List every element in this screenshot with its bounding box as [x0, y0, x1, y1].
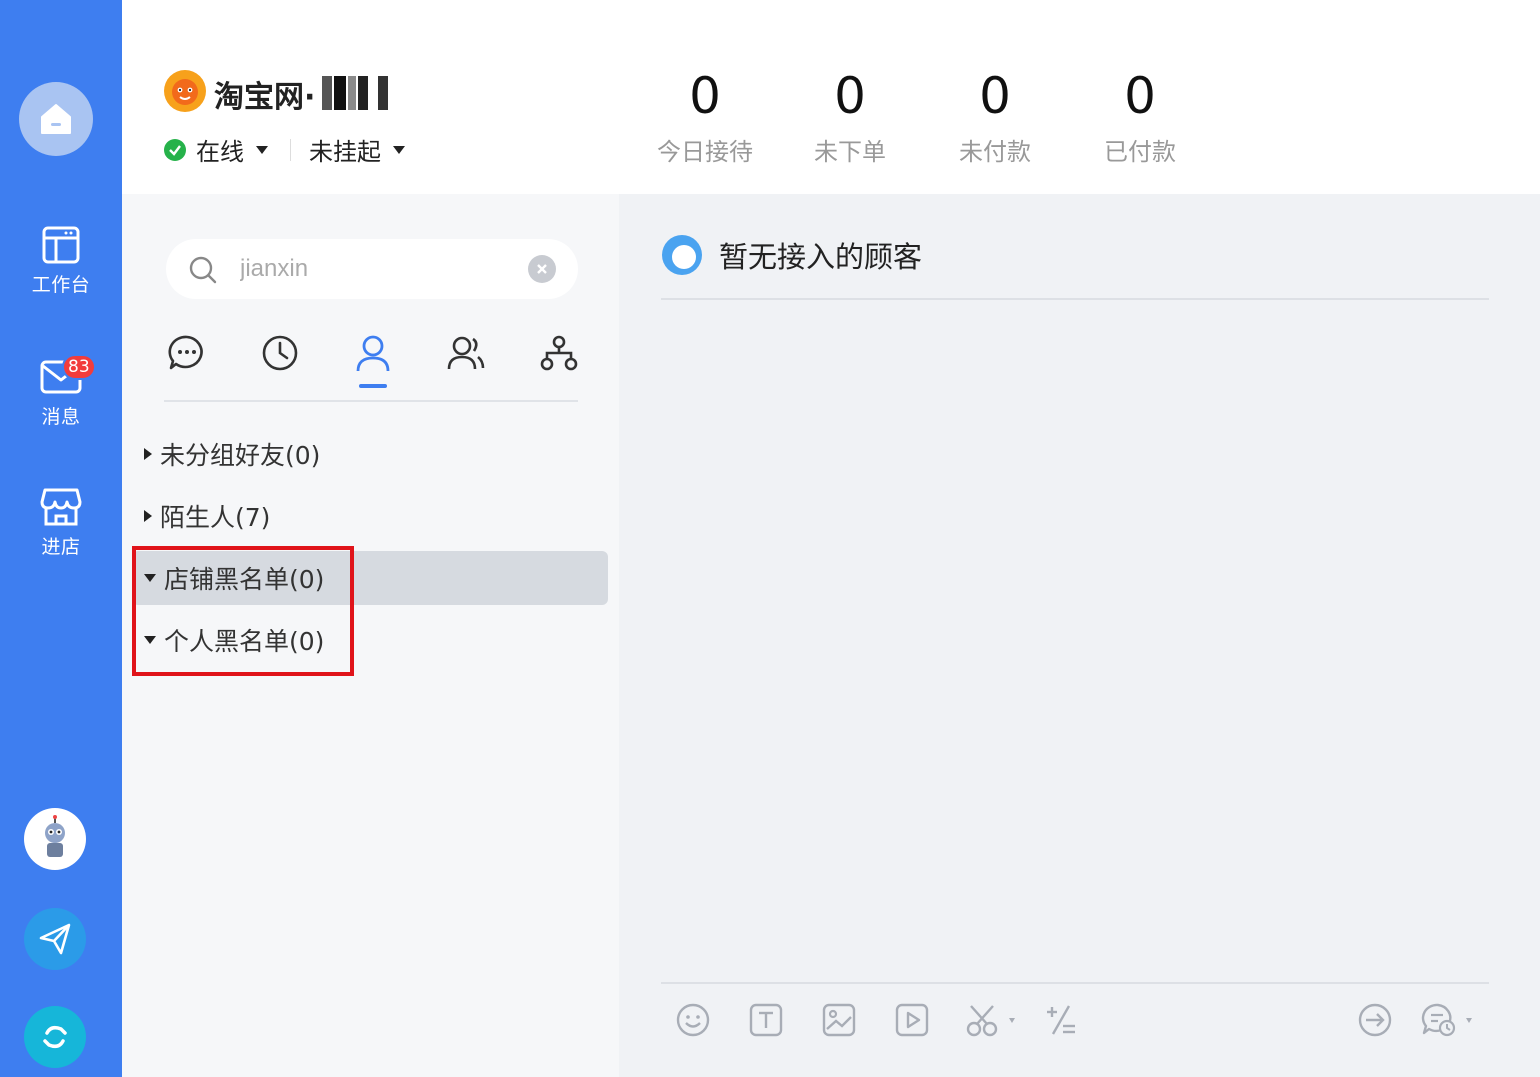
text-icon — [749, 1003, 783, 1037]
contact-tabs — [164, 324, 578, 402]
user-avatar[interactable] — [24, 808, 86, 870]
group-label: 陌生人(7) — [160, 503, 271, 532]
smile-icon — [676, 1003, 710, 1037]
group-ungrouped-friends[interactable]: 未分组好友(0) — [132, 427, 608, 481]
stat-today-received[interactable]: 0 今日接待 — [640, 64, 770, 167]
search-icon — [189, 256, 217, 284]
status-circle-icon — [662, 235, 702, 275]
transfer-arrow-icon — [1358, 1003, 1392, 1037]
contacts-panel: 未分组好友(0) 陌生人(7) 店铺黑名单(0) 个人黑名单(0) — [122, 194, 619, 1077]
rail-item-messages[interactable]: 83 消息 — [0, 354, 122, 429]
image-icon — [822, 1003, 856, 1037]
stat-value: 0 — [834, 67, 866, 125]
search-input[interactable] — [240, 251, 510, 287]
paper-plane-icon — [39, 923, 71, 955]
left-rail: 工作台 83 消息 进店 — [0, 0, 122, 1077]
header: 淘宝网· 在线 未挂起 0 今日接待 0 未下单 0 未付款 0 已付款 — [122, 0, 1540, 194]
stat-label: 今日接待 — [657, 138, 753, 166]
rail-label: 消息 — [41, 406, 81, 428]
input-toolbar — [661, 982, 1489, 1077]
clock-icon — [262, 335, 298, 371]
empty-customer-label: 暂无接入的顾客 — [719, 240, 923, 274]
store-icon — [40, 488, 82, 526]
robot-avatar-icon — [45, 815, 65, 857]
screenshot-button[interactable] — [965, 1000, 1021, 1040]
scissors-icon — [966, 1005, 1015, 1037]
taobao-mascot-icon — [172, 79, 198, 105]
collapse-arrow-icon — [144, 574, 156, 582]
emoji-button[interactable] — [673, 1000, 713, 1040]
chat-bubble-icon — [168, 335, 203, 370]
video-icon — [895, 1003, 929, 1037]
shop-name: 淘宝网· — [214, 80, 316, 115]
tab-friends[interactable] — [350, 330, 396, 388]
send-button[interactable] — [24, 908, 86, 970]
clear-search-button[interactable] — [528, 255, 556, 283]
home-button[interactable] — [19, 82, 93, 156]
image-button[interactable] — [819, 1000, 859, 1040]
stat-label: 未付款 — [959, 138, 1031, 166]
sync-button[interactable] — [24, 1006, 86, 1068]
caret-down-icon — [393, 145, 405, 154]
redacted-shop-name — [322, 76, 388, 110]
tab-chats[interactable] — [164, 330, 210, 376]
stat-value: 0 — [979, 67, 1011, 125]
sync-icon — [43, 1025, 67, 1049]
shop-logo — [164, 70, 206, 112]
plus-slash-icon — [1047, 1005, 1075, 1035]
collapse-arrow-icon — [144, 636, 156, 644]
stat-value: 0 — [689, 67, 721, 125]
rail-item-workbench[interactable]: 工作台 — [0, 224, 122, 297]
chat-history-icon — [1421, 1003, 1472, 1037]
org-chart-icon — [540, 335, 578, 371]
transfer-button[interactable] — [1355, 1000, 1395, 1040]
suspend-status-label: 未挂起 — [309, 138, 381, 166]
close-icon — [537, 264, 547, 274]
stat-label: 已付款 — [1104, 138, 1176, 166]
divider — [661, 298, 1489, 300]
chat-panel: 暂无接入的顾客 — [619, 194, 1540, 1077]
group-icon — [447, 336, 485, 370]
person-icon — [356, 335, 390, 372]
text-format-button[interactable] — [746, 1000, 786, 1040]
active-tab-indicator — [359, 384, 387, 388]
online-status-dropdown[interactable]: 在线 — [196, 132, 268, 167]
unread-badge: 83 — [62, 354, 96, 380]
suspend-status-dropdown[interactable]: 未挂起 — [309, 132, 405, 167]
group-label: 个人黑名单(0) — [164, 627, 325, 656]
stat-no-order[interactable]: 0 未下单 — [785, 64, 915, 167]
stat-unpaid[interactable]: 0 未付款 — [930, 64, 1060, 167]
tab-organization[interactable] — [536, 330, 582, 376]
online-status-label: 在线 — [196, 138, 244, 166]
group-label: 未分组好友(0) — [160, 441, 321, 470]
chat-history-button[interactable] — [1421, 1000, 1481, 1040]
quick-phrase-button[interactable] — [1041, 1000, 1081, 1040]
divider — [290, 138, 291, 161]
workbench-icon — [42, 226, 80, 264]
expand-arrow-icon — [144, 510, 152, 522]
tab-groups[interactable] — [443, 330, 489, 376]
group-personal-blacklist[interactable]: 个人黑名单(0) — [132, 613, 608, 667]
status-bar: 在线 未挂起 — [164, 132, 405, 167]
search-box — [166, 239, 578, 299]
stat-value: 0 — [1124, 67, 1156, 125]
rail-label: 工作台 — [31, 274, 91, 296]
stat-label: 未下单 — [814, 138, 886, 166]
rail-label: 进店 — [41, 536, 81, 558]
group-label: 店铺黑名单(0) — [164, 565, 325, 594]
home-icon — [41, 104, 71, 134]
group-shop-blacklist[interactable]: 店铺黑名单(0) — [132, 551, 608, 605]
chat-empty-state: 暂无接入的顾客 — [661, 234, 922, 276]
group-strangers[interactable]: 陌生人(7) — [132, 489, 608, 543]
stat-paid[interactable]: 0 已付款 — [1075, 64, 1205, 167]
expand-arrow-icon — [144, 448, 152, 460]
check-icon — [169, 144, 181, 156]
caret-down-icon — [256, 145, 268, 154]
rail-item-store[interactable]: 进店 — [0, 486, 122, 559]
online-indicator — [164, 138, 186, 161]
video-button[interactable] — [892, 1000, 932, 1040]
tab-recent[interactable] — [257, 330, 303, 376]
